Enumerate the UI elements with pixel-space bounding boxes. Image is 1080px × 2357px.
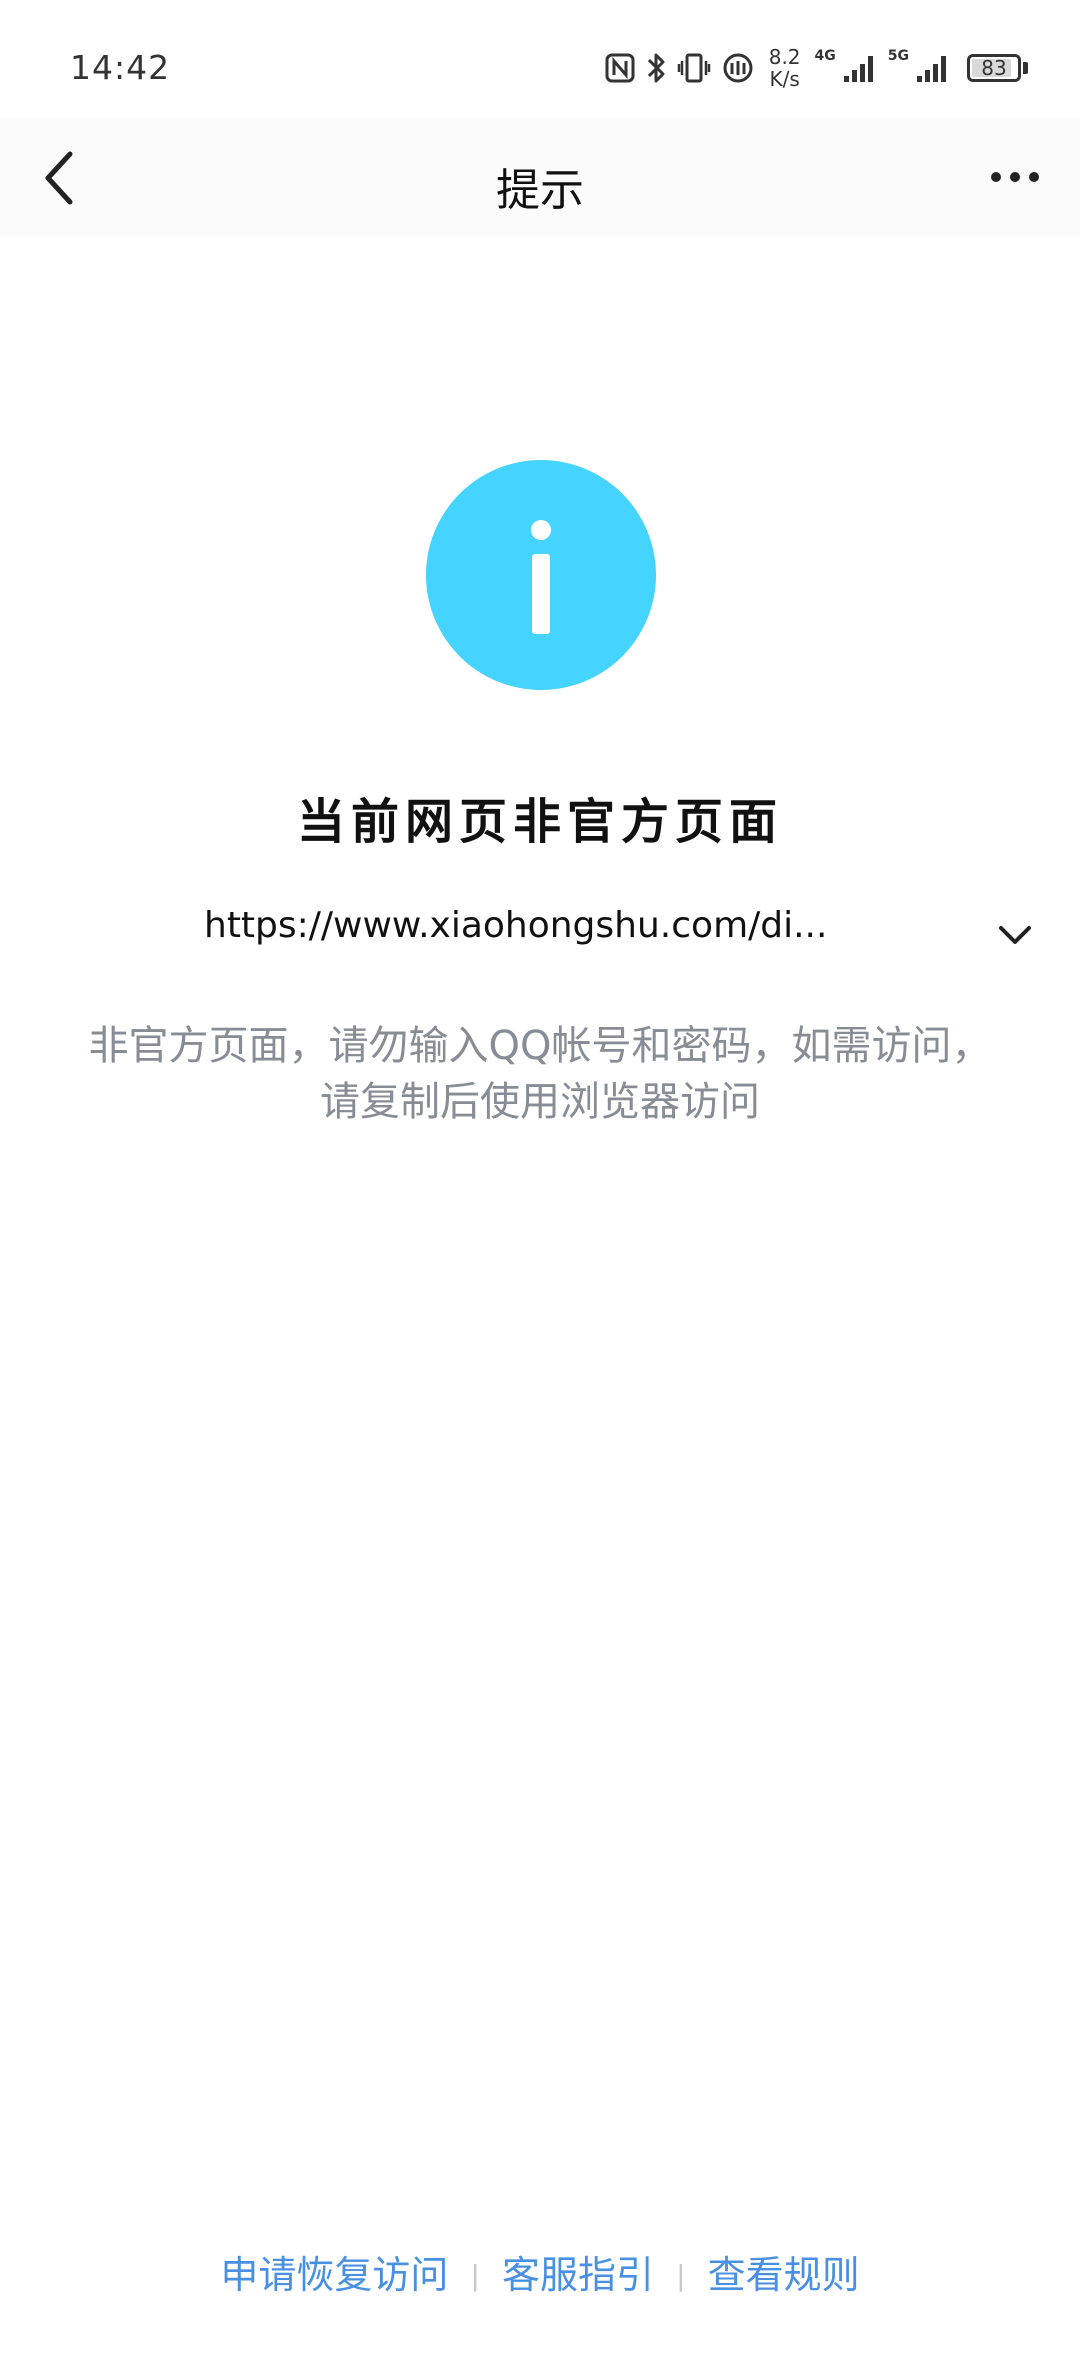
page-title: 提示 xyxy=(496,165,584,216)
sim1-label: 4G xyxy=(814,48,836,64)
speed-value: 8.2 xyxy=(768,45,801,69)
status-time: 14:42 xyxy=(70,48,171,87)
signal-icon xyxy=(842,52,878,84)
status-icons: 8.2 K/s 4G 5G 83 xyxy=(605,38,1028,98)
info-dot xyxy=(531,520,551,540)
bluetooth-icon xyxy=(645,51,667,85)
sim2-label: 5G xyxy=(887,48,909,64)
nfc-icon xyxy=(605,52,635,84)
chevron-down-icon xyxy=(999,926,1031,944)
battery-tip xyxy=(1023,62,1028,74)
view-rules-link[interactable]: 查看规则 xyxy=(708,2253,860,2297)
battery-icon: 83 xyxy=(967,54,1021,82)
separator: | xyxy=(676,2259,686,2292)
url-text[interactable]: https://www.xiaohongshu.com/di... xyxy=(204,905,827,946)
more-button[interactable] xyxy=(980,152,1050,202)
nav-bar: 提示 xyxy=(0,118,1080,236)
headline: 当前网页非官方页面 xyxy=(296,794,783,850)
network-speed: 8.2 K/s xyxy=(769,46,801,90)
footer-links: 申请恢复访问 | 客服指引 | 查看规则 xyxy=(0,2244,1080,2299)
info-icon xyxy=(426,460,656,690)
status-bar: 14:42 8.2 K/s 4G 5G 83 xyxy=(0,0,1080,118)
speed-unit: K/s xyxy=(769,67,800,91)
battery-level: 83 xyxy=(981,56,1007,80)
warning-line-2: 请复制后使用浏览器访问 xyxy=(320,1079,760,1125)
wifi-calling-icon xyxy=(721,51,755,85)
separator: | xyxy=(470,2259,480,2292)
more-dot xyxy=(991,172,1001,182)
info-stem xyxy=(532,554,550,634)
vibrate-icon xyxy=(677,51,711,85)
url-expand-button[interactable] xyxy=(990,915,1040,955)
customer-service-link[interactable]: 客服指引 xyxy=(502,2253,654,2297)
signal-icon xyxy=(915,52,951,84)
warning-line-1: 非官方页面，请勿输入QQ帐号和密码，如需访问， xyxy=(88,1023,992,1069)
more-dot xyxy=(1010,172,1020,182)
appeal-access-link[interactable]: 申请恢复访问 xyxy=(220,2253,448,2297)
url-row: https://www.xiaohongshu.com/di... xyxy=(0,905,1080,961)
warning-text: 非官方页面，请勿输入QQ帐号和密码，如需访问， 请复制后使用浏览器访问 xyxy=(40,1018,1040,1130)
more-dot xyxy=(1029,172,1039,182)
